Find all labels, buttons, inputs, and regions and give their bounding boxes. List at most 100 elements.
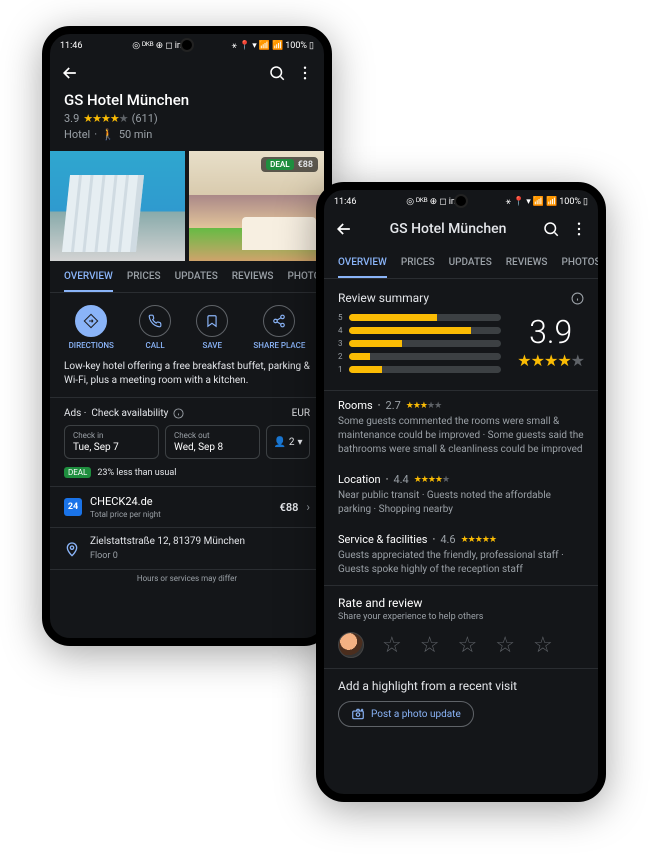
action-row: DIRECTIONS CALL SAVE SHARE PLACE [50,293,324,360]
overall-stars-icon: ★★★★★ [517,351,584,370]
phone-icon [148,314,162,328]
bar-3 [349,340,402,347]
category-rooms[interactable]: Rooms · 2.7 ★★★★★ Some guests commented … [324,391,598,465]
post-photo-label: Post a photo update [371,709,461,720]
person-icon: 👤 [273,437,285,448]
phone-reviews: 11:46 ◎ᴰᴷᴮ⊕◻in ⚹📍▾📶📶100%▯ GS Hotel Münch… [316,182,606,802]
photo-carousel[interactable]: DEAL €88 [50,151,324,261]
tab-reviews[interactable]: REVIEWS [232,271,274,292]
tab-overview-2[interactable]: OVERVIEW [338,257,387,278]
chevron-right-icon: › [306,500,310,514]
share-icon [272,314,286,328]
price-offer[interactable]: 24 CHECK24.de Total price per night €88 … [50,487,324,527]
location-icon [64,536,80,561]
rate-star-2[interactable]: ☆ [420,633,440,658]
status-right-icons: ⚹📍▾📶📶100%▯ [230,41,314,51]
location-stars-icon: ★★★★★ [414,475,449,485]
rate-review-title: Rate and review [338,596,584,610]
category-location[interactable]: Location · 4.4 ★★★★★ Near public transit… [324,465,598,525]
guests-field[interactable]: 👤 2 ▾ [266,425,310,459]
rate-review-sub: Share your experience to help others [338,612,584,622]
guests-value: 2 [289,437,295,448]
currency-label[interactable]: EUR [292,408,310,419]
tabs: OVERVIEW PRICES UPDATES REVIEWS PHOTOS [50,261,324,293]
app-bar-2: GS Hotel München [324,211,598,247]
tab-updates-2[interactable]: UPDATES [449,257,492,278]
hotel-description: Low-key hotel offering a free breakfast … [50,360,324,397]
clock-2: 11:46 [334,197,356,207]
call-label: CALL [145,341,164,350]
share-button[interactable]: SHARE PLACE [253,305,305,350]
hotel-name: GS Hotel München [64,91,310,109]
rate-star-3[interactable]: ☆ [457,633,477,658]
tab-overview[interactable]: OVERVIEW [64,271,113,292]
checkin-value: Tue, Sep 7 [73,442,150,453]
highlight-title: Add a highlight from a recent visit [338,679,584,693]
rate-star-1[interactable]: ☆ [382,633,402,658]
rate-star-5[interactable]: ☆ [533,633,553,658]
checkin-label: Check in [73,431,150,440]
bar-1 [349,366,383,373]
checkout-field[interactable]: Check out Wed, Sep 8 [165,425,260,459]
save-button[interactable]: SAVE [196,305,228,350]
clock: 11:46 [60,41,82,51]
hotel-header: GS Hotel München 3.9 ★★★★★ (611) Hotel ·… [50,91,324,141]
address-text: Zielstattstraße 12, 81379 München [90,536,310,547]
back-icon[interactable] [60,63,80,83]
rate-star-4[interactable]: ☆ [495,633,515,658]
deal-text: 23% less than usual [97,468,176,478]
price-value: €88 [298,160,313,170]
search-icon[interactable] [268,64,286,82]
camera-cutout-2 [454,194,468,208]
share-label: SHARE PLACE [253,341,305,350]
tab-prices-2[interactable]: PRICES [401,257,435,278]
chevron-down-icon: ▾ [298,437,303,448]
tab-photos-2[interactable]: PHOTOS [562,257,601,278]
walk-time: 50 min [119,128,153,141]
call-button[interactable]: CALL [139,305,171,350]
more-icon[interactable] [296,64,314,82]
rating-bars: 5 4 3 2 1 [338,313,501,378]
rooms-text: Some guests commented the rooms were sma… [338,415,584,457]
hotel-rating: 3.9 [64,112,79,125]
address-row[interactable]: Zielstattstraße 12, 81379 München Floor … [50,528,324,569]
hours-note: Hours or services may differ [50,570,324,587]
camera-cutout [180,38,194,52]
checkin-field[interactable]: Check in Tue, Sep 7 [64,425,159,459]
checkout-label: Check out [174,431,251,440]
back-icon-2[interactable] [334,219,354,239]
photo-room[interactable]: DEAL €88 [189,151,324,261]
deal-chip: DEAL [266,159,293,170]
rooms-label: Rooms [338,399,373,412]
tab-updates[interactable]: UPDATES [175,271,218,292]
offer-price: €88 [280,501,299,514]
service-label: Service & facilities [338,533,427,546]
status-icons: ◎ᴰᴷᴮ⊕◻in [130,40,182,51]
service-score: 4.6 [440,533,455,546]
post-photo-button[interactable]: Post a photo update [338,701,474,727]
directions-icon [83,313,99,329]
walk-icon: 🚶 [101,128,115,141]
user-avatar[interactable] [338,632,364,658]
photo-exterior[interactable] [50,151,185,261]
app-bar [50,55,324,91]
info-icon-2[interactable] [571,291,584,305]
provider-sub: Total price per night [90,510,272,519]
tab-prices[interactable]: PRICES [127,271,161,292]
rooms-score: 2.7 [386,399,401,412]
status-right-icons-2: ⚹📍▾📶📶100%▯ [504,197,588,207]
category-service[interactable]: Service & facilities · 4.6 ★★★★★ Guests … [324,525,598,585]
checkout-value: Wed, Sep 8 [174,442,251,453]
service-stars-icon: ★★★★★ [461,535,496,545]
bar-2 [349,353,370,360]
location-text: Near public transit · Guests noted the a… [338,489,584,517]
review-summary-title: Review summary [338,291,429,305]
rating-stars-icon: ★★★★★ [83,112,127,125]
bar-4 [349,327,471,334]
info-icon[interactable] [173,408,184,419]
directions-button[interactable]: DIRECTIONS [69,305,114,350]
tab-reviews-2[interactable]: REVIEWS [506,257,548,278]
search-icon-2[interactable] [542,220,560,238]
directions-label: DIRECTIONS [69,341,114,350]
more-icon-2[interactable] [570,220,588,238]
